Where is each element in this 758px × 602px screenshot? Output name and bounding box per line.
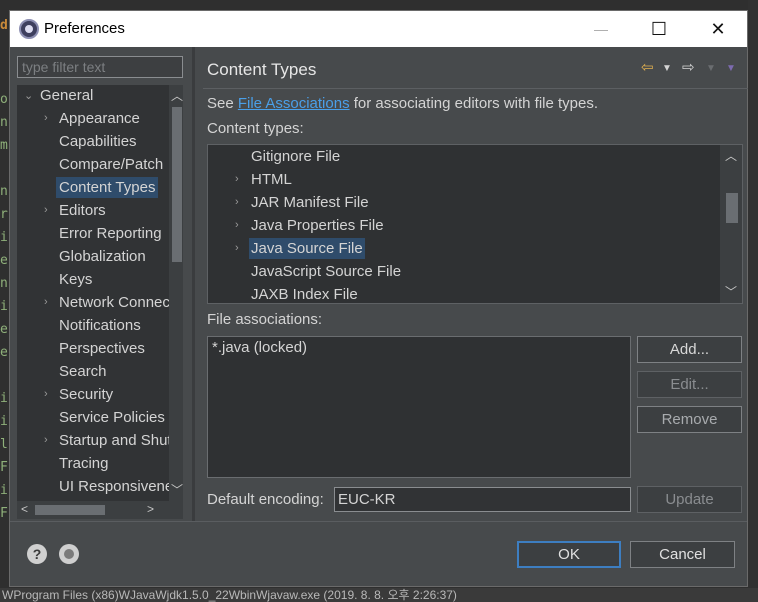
maximize-button[interactable]: ☐ [630, 11, 688, 47]
view-menu-icon[interactable]: ▼ [726, 63, 736, 74]
scroll-thumb[interactable] [726, 193, 738, 223]
remove-button[interactable]: Remove [637, 406, 742, 433]
preferences-tree: ⌄ General › Appearance Capabilities Compare… [17, 85, 183, 501]
console-status-line: WProgram Files (x86)WJavaWjdk1.5.0_22Wbi… [0, 588, 758, 602]
forward-menu-icon: ▼ [706, 63, 716, 74]
tree-item[interactable]: UI Responsiveness [59, 476, 183, 497]
chevron-right-icon[interactable]: › [44, 296, 48, 308]
back-arrow-icon[interactable]: ⇦ [641, 58, 654, 76]
content-types-label: Content types: [207, 120, 304, 137]
footer-divider [10, 521, 747, 522]
minimize-button[interactable]: — [572, 11, 630, 47]
scroll-right-icon[interactable]: > [147, 502, 154, 516]
scroll-up-icon[interactable]: ︿ [171, 87, 183, 104]
tree-item[interactable]: Notifications [59, 315, 141, 336]
file-associations-list[interactable]: *.java (locked) [207, 336, 631, 478]
tree-item[interactable]: Appearance [59, 108, 140, 129]
tree-item[interactable]: Globalization [59, 246, 146, 267]
content-types-scrollbar[interactable]: ︿ ﹀ [720, 145, 742, 303]
content-types-tree: Gitignore File › HTML › JAR Manifest File › Ja… [207, 144, 743, 304]
tree-item[interactable]: Content Types [56, 177, 159, 198]
tree-item[interactable]: Tracing [59, 453, 108, 474]
horizontal-scroll-thumb[interactable] [35, 505, 105, 515]
file-associations-label: File associations: [207, 311, 323, 328]
chevron-right-icon[interactable]: › [235, 219, 239, 231]
tree-item[interactable]: Capabilities [59, 131, 137, 152]
back-menu-icon[interactable]: ▼ [662, 63, 672, 74]
title-bar[interactable]: Preferences — ☐ ✕ [10, 11, 747, 47]
scroll-down-icon[interactable]: ﹀ [725, 283, 737, 300]
chevron-right-icon[interactable]: › [235, 173, 239, 185]
content-type-item[interactable]: JavaScript Source File [251, 261, 401, 282]
tree-item[interactable]: Network Connections [59, 292, 183, 313]
tree-item[interactable]: Keys [59, 269, 92, 290]
content-type-item[interactable]: JAR Manifest File [251, 192, 369, 213]
list-item[interactable]: *.java (locked) [212, 339, 307, 356]
file-associations-link[interactable]: File Associations [238, 95, 350, 112]
edit-button[interactable]: Edit... [637, 371, 742, 398]
scroll-up-icon[interactable]: ︿ [725, 147, 737, 164]
help-icon[interactable]: ? [27, 544, 47, 564]
scroll-thumb[interactable] [172, 107, 182, 262]
tree-item[interactable]: Security [59, 384, 113, 405]
content-type-item[interactable]: JAXB Index File [251, 284, 358, 303]
update-button[interactable]: Update [637, 486, 742, 513]
tree-horizontal-scrollbar[interactable]: < > [17, 501, 183, 519]
chevron-right-icon[interactable]: › [44, 434, 48, 446]
tree-item[interactable]: Service Policies [59, 407, 165, 428]
dialog-title: Preferences [44, 20, 125, 37]
chevron-right-icon[interactable]: › [44, 112, 48, 124]
tree-item-general[interactable]: General [40, 85, 93, 106]
content-type-item[interactable]: Gitignore File [251, 146, 340, 167]
filter-input[interactable]: type filter text [17, 56, 183, 78]
page-title: Content Types [207, 60, 317, 79]
tree-item[interactable]: Search [59, 361, 107, 382]
ok-button[interactable]: OK [517, 541, 621, 568]
editor-right-strip [748, 0, 758, 588]
title-divider [203, 88, 748, 89]
chevron-right-icon[interactable]: › [44, 204, 48, 216]
chevron-down-icon[interactable]: ⌄ [24, 89, 33, 102]
scroll-down-icon[interactable]: ﹀ [171, 481, 183, 498]
scroll-left-icon[interactable]: < [21, 502, 28, 516]
tree-item[interactable]: Startup and Shutdown [59, 430, 183, 451]
tree-item[interactable]: Error Reporting [59, 223, 162, 244]
tree-item[interactable]: Perspectives [59, 338, 145, 359]
content-type-item[interactable]: Java Properties File [251, 215, 384, 236]
cancel-button[interactable]: Cancel [630, 541, 735, 568]
preferences-dialog: Preferences — ☐ ✕ type filter text ⌄ Gen… [9, 10, 748, 587]
tree-vertical-scrollbar[interactable]: ︿ ﹀ [169, 85, 183, 501]
chevron-right-icon[interactable]: › [235, 242, 239, 254]
eclipse-icon [19, 19, 39, 39]
chevron-right-icon[interactable]: › [44, 388, 48, 400]
tree-item[interactable]: Compare/Patch [59, 154, 163, 175]
forward-arrow-icon[interactable]: ⇨ [682, 58, 695, 76]
chevron-right-icon[interactable]: › [235, 196, 239, 208]
tree-item[interactable]: Editors [59, 200, 106, 221]
code-line-2: d [0, 18, 8, 33]
oomph-record-icon[interactable] [59, 544, 79, 564]
panel-divider[interactable] [192, 47, 195, 521]
default-encoding-input[interactable]: EUC-KR [334, 487, 631, 512]
default-encoding-label: Default encoding: [207, 491, 324, 508]
content-type-item[interactable]: HTML [251, 169, 292, 190]
close-button[interactable]: ✕ [689, 11, 747, 47]
add-button[interactable]: Add... [637, 336, 742, 363]
content-type-item[interactable]: Java Source File [249, 238, 365, 259]
see-file-associations-text: See File Associations for associating ed… [207, 95, 599, 112]
